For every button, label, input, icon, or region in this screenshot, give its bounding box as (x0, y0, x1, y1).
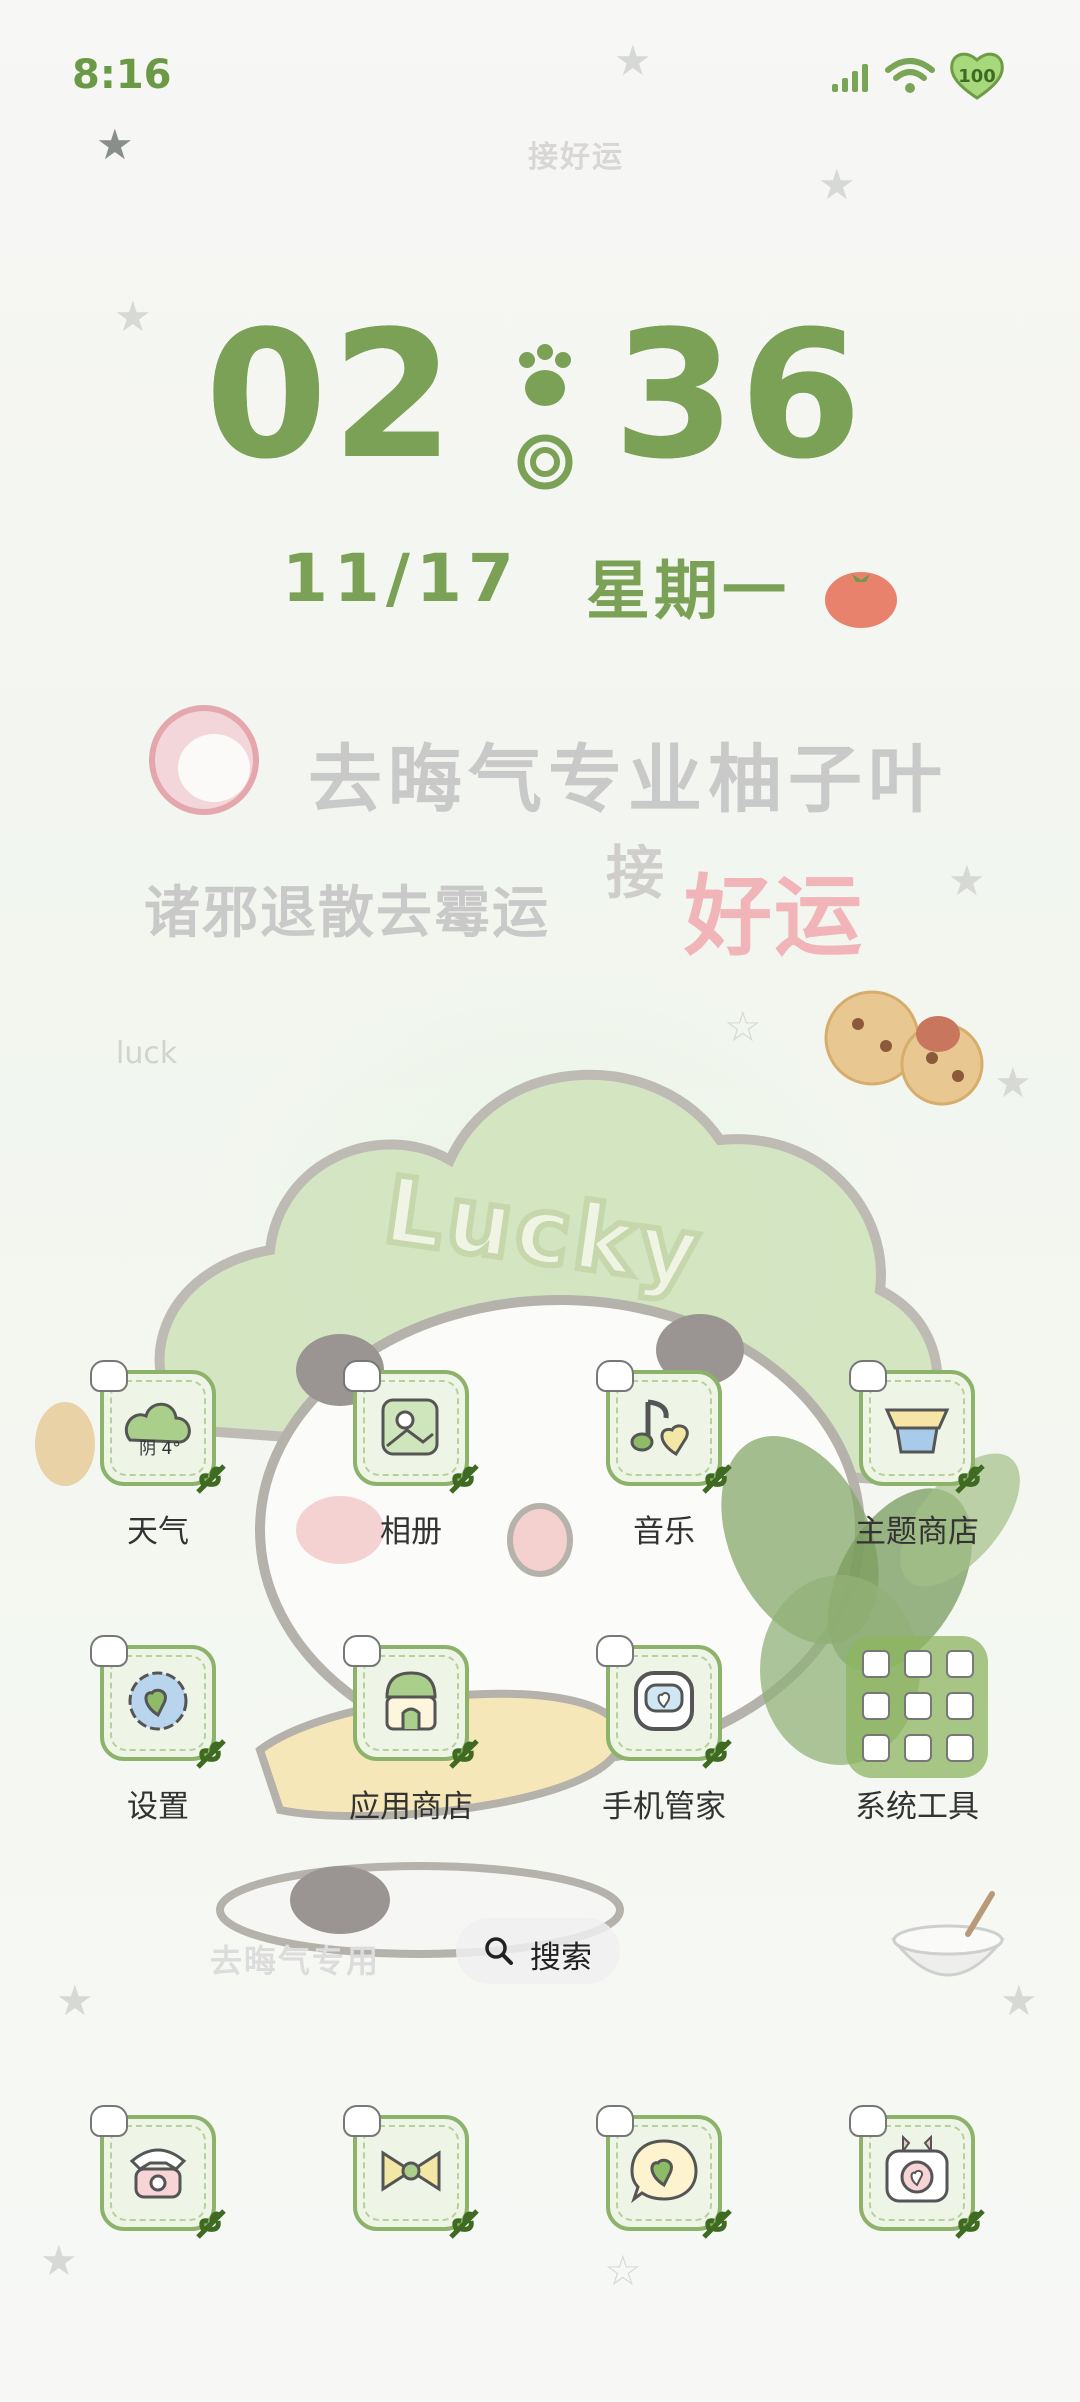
app-label: 相册 (380, 1514, 442, 1550)
wallpaper-slogan-line2: 诸邪退散去霉运 (144, 881, 550, 946)
app-label: 手机管家 (602, 1789, 726, 1825)
app-music[interactable]: 音乐 (568, 1360, 748, 1590)
leaf-sprig-icon (702, 1464, 732, 1494)
app-label: 音乐 (633, 1514, 695, 1550)
app-weather[interactable]: 阴 4° 天气 (62, 1360, 242, 1590)
dock-camera[interactable] (821, 2105, 1001, 2335)
wallpaper-bottom-text: 去晦气专用 (210, 1942, 381, 1980)
app-phone-manager[interactable]: 手机管家 (568, 1635, 748, 1865)
app-label: 主题商店 (855, 1514, 979, 1550)
app-label: 应用商店 (349, 1789, 473, 1825)
star-decoration: ★ (114, 292, 152, 341)
wifi-icon (885, 58, 935, 93)
search-icon (485, 1937, 513, 1965)
mini-app-icon (904, 1692, 932, 1720)
system-tools-folder-icon (846, 1636, 988, 1778)
clock-widget[interactable]: 02 36 (205, 308, 885, 498)
battery-level: 100 (958, 65, 996, 87)
star-decoration: ★ (994, 1058, 1032, 1107)
mini-app-icon (904, 1734, 932, 1762)
star-decoration: ★ (56, 1976, 94, 2025)
clock-weekday: 星期一 (586, 555, 790, 629)
leaf-sprig-icon (702, 2209, 732, 2239)
dock-phone[interactable] (62, 2105, 242, 2335)
dock-bow-app[interactable] (315, 2105, 495, 2335)
phone-manager-icon (634, 1671, 694, 1731)
dock-messages[interactable] (568, 2105, 748, 2335)
settings-icon (128, 1671, 188, 1731)
bow-icon (381, 2150, 441, 2192)
clock-date: 11/17 (282, 540, 520, 617)
message-heart-icon (630, 2139, 698, 2204)
leaf-sprig-icon (196, 1464, 226, 1494)
star-decoration: ★ (818, 160, 856, 209)
leaf-sprig-icon (449, 1739, 479, 1769)
mini-app-icon (946, 1650, 974, 1678)
clock-minute: 36 (613, 293, 866, 498)
wallpaper-top-text: 接好运 (528, 140, 624, 175)
app-gallery[interactable]: 相册 (315, 1360, 495, 1590)
leaf-sprig-icon (955, 1464, 985, 1494)
bowl-decoration-icon (890, 1891, 1006, 1977)
gallery-icon (381, 1398, 439, 1456)
wallpaper-jie-text: 接 (606, 839, 665, 907)
phone-icon (129, 2148, 187, 2199)
status-bar: 8:16 100 (0, 0, 1080, 150)
status-time: 8:16 (72, 52, 172, 98)
app-settings[interactable]: 设置 (62, 1635, 242, 1865)
mini-app-icon (946, 1692, 974, 1720)
search-label: 搜索 (530, 1940, 592, 1976)
battery-icon: 100 (948, 48, 1006, 102)
app-label: 天气 (127, 1514, 189, 1550)
app-label: 系统工具 (855, 1789, 979, 1825)
wallpaper-good-luck-text: 好运 (684, 865, 865, 968)
clock-hour: 02 (205, 293, 458, 498)
lychee-decoration-icon (149, 705, 259, 815)
tomato-decoration-icon (825, 572, 897, 628)
app-theme-store[interactable]: 主题商店 (821, 1360, 1001, 1590)
mini-app-icon (862, 1734, 890, 1762)
mini-app-icon (862, 1692, 890, 1720)
leaf-sprig-icon (196, 1739, 226, 1769)
wallpaper-slogan-line1: 去晦气专业柚子叶 (308, 737, 948, 823)
leaf-sprig-icon (955, 2209, 985, 2239)
mini-app-icon (862, 1650, 890, 1678)
paw-separator-icon (517, 344, 573, 490)
leaf-sprig-icon (702, 1739, 732, 1769)
weather-condition: 阴 4° (139, 1439, 181, 1459)
mini-app-icon (904, 1650, 932, 1678)
leaf-sprig-icon (196, 2209, 226, 2239)
app-label: 设置 (127, 1789, 189, 1825)
signal-icon (832, 62, 870, 92)
music-icon (630, 1399, 689, 1457)
star-decoration: ★ (948, 856, 986, 905)
leaf-sprig-icon (449, 1464, 479, 1494)
app-app-store[interactable]: 应用商店 (315, 1635, 495, 1865)
mini-app-icon (946, 1734, 974, 1762)
theme-store-icon (884, 1408, 950, 1454)
app-store-icon (385, 1671, 437, 1731)
camera-icon (885, 2134, 949, 2203)
leaf-sprig-icon (449, 2209, 479, 2239)
search-button[interactable]: 搜索 (456, 1918, 620, 1984)
